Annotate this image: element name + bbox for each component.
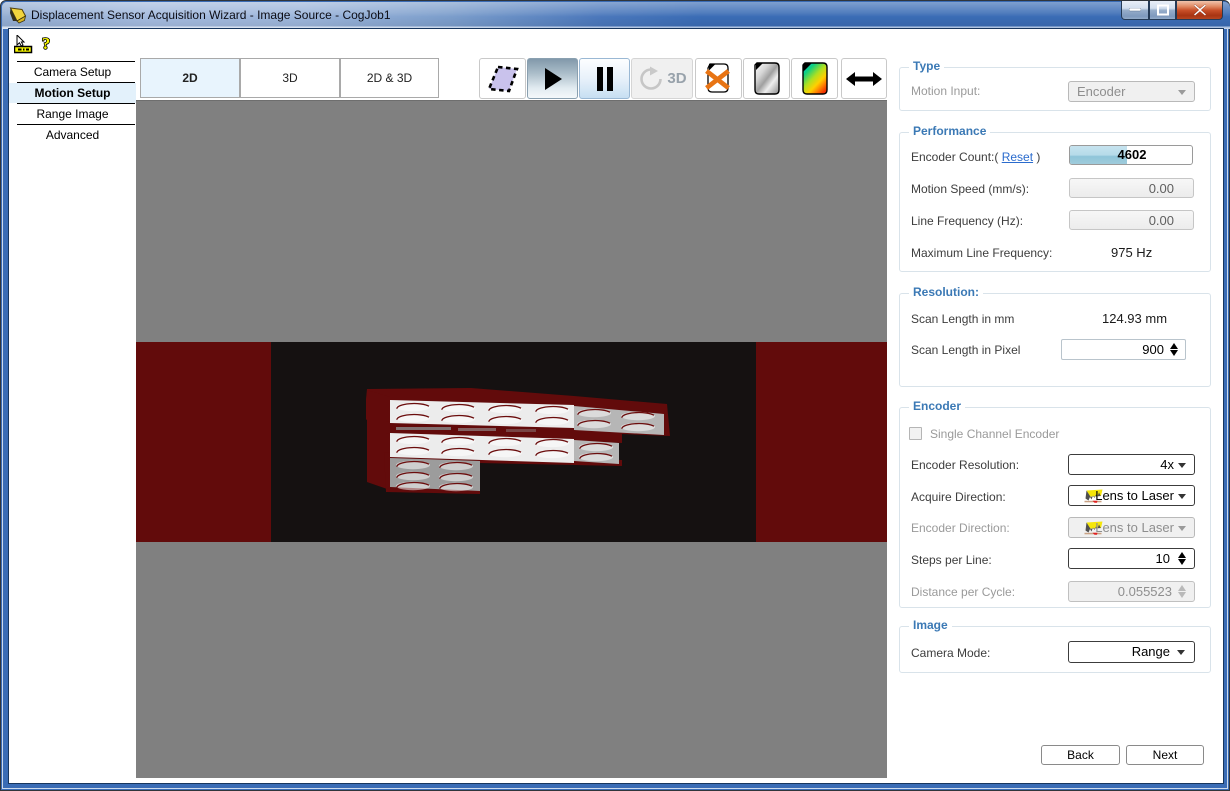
svg-text:?: ? bbox=[42, 35, 51, 53]
